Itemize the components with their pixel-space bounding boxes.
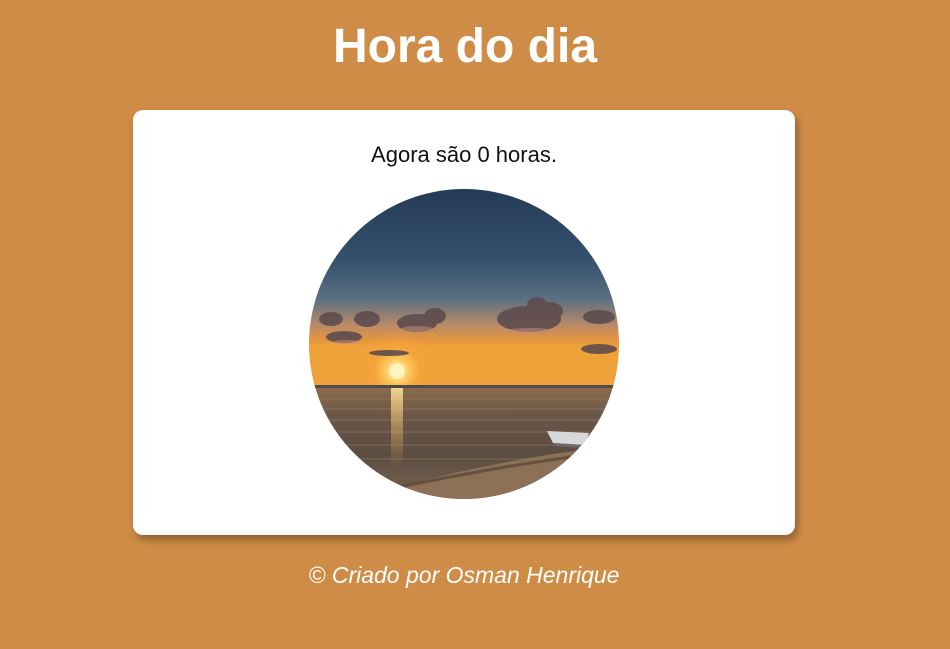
page-title: Hora do dia (332, 20, 598, 73)
sunset-photo-icon (309, 189, 619, 499)
sunset-image (309, 189, 619, 499)
footer-credit: © Criado por Osman Henrique (308, 562, 620, 588)
hour-message: Agora são 0 horas. (371, 142, 557, 167)
content-card: Agora são 0 horas. (133, 110, 795, 535)
